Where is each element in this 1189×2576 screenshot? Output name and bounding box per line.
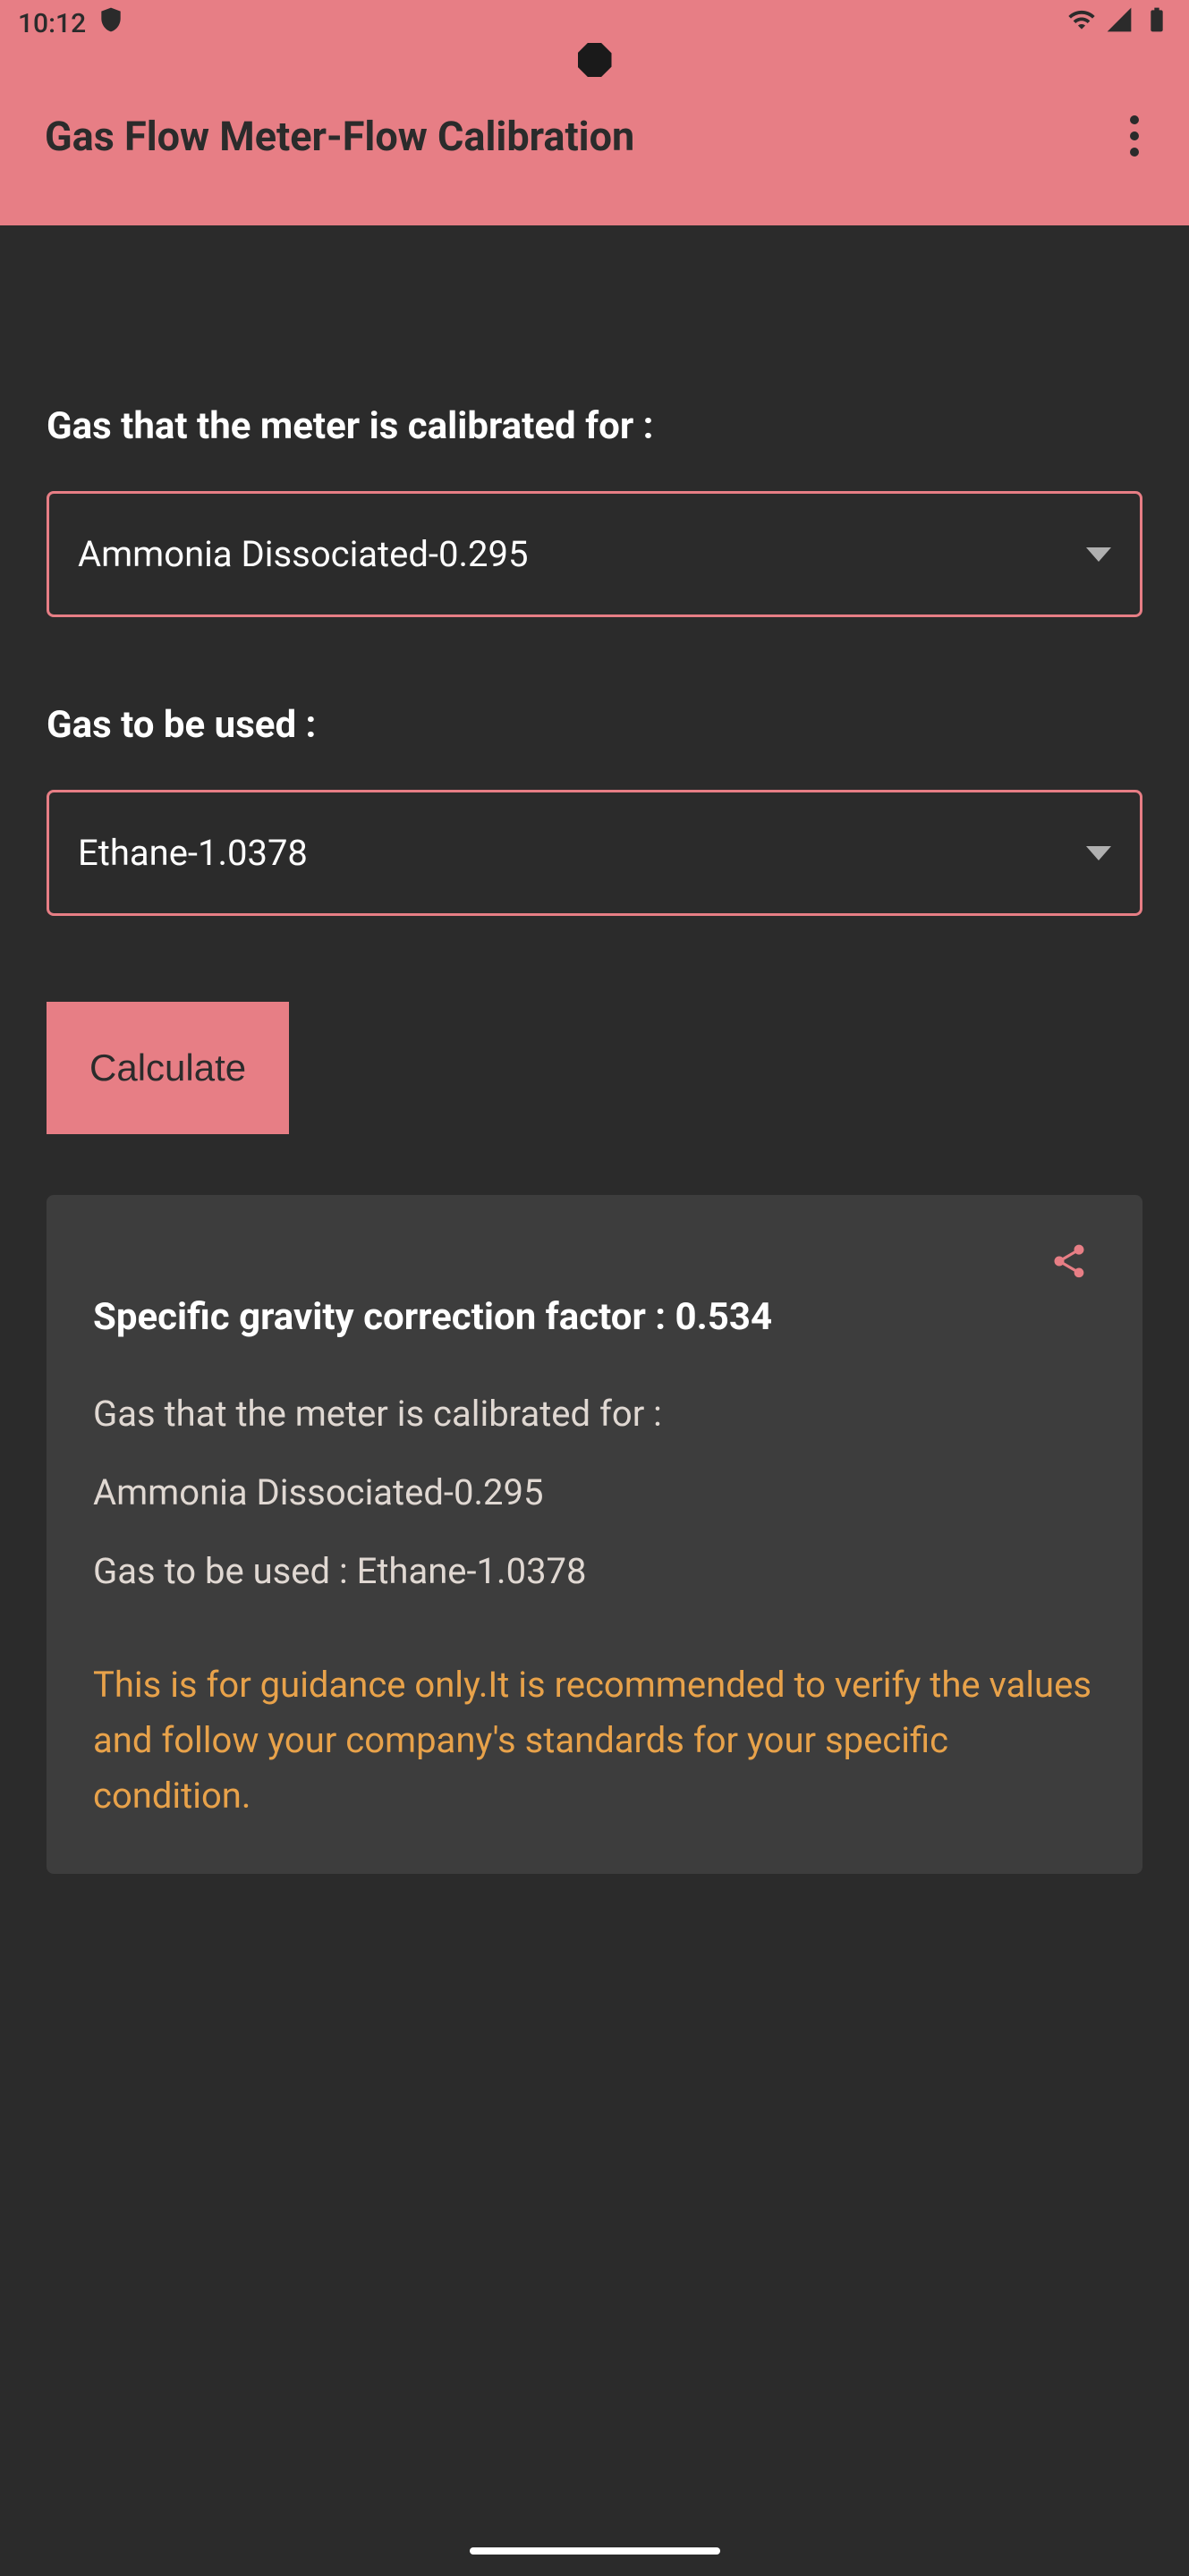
battery-icon — [1142, 5, 1171, 41]
result-calibrated-label: Gas that the meter is calibrated for : — [93, 1385, 1096, 1443]
result-card: Specific gravity correction factor : 0.5… — [47, 1195, 1142, 1874]
used-gas-value: Ethane-1.0378 — [78, 832, 308, 874]
chevron-down-icon — [1086, 846, 1111, 860]
nav-handle[interactable] — [470, 2547, 720, 2555]
calibrated-gas-dropdown[interactable]: Ammonia Dissociated-0.295 — [47, 491, 1142, 617]
status-right — [1067, 5, 1171, 41]
status-bar: 10:12 — [0, 0, 1189, 47]
more-options-button[interactable] — [1116, 101, 1153, 171]
more-vert-icon — [1130, 148, 1139, 157]
result-used-gas: Gas to be used : Ethane-1.0378 — [93, 1543, 1096, 1600]
shield-icon — [97, 5, 125, 41]
result-title: Specific gravity correction factor : 0.5… — [93, 1295, 1096, 1339]
status-time: 10:12 — [18, 8, 86, 39]
status-left: 10:12 — [18, 5, 125, 41]
more-vert-icon — [1130, 131, 1139, 140]
navigation-bar — [0, 2526, 1189, 2576]
chevron-down-icon — [1086, 547, 1111, 562]
camera-notch — [578, 43, 612, 77]
used-gas-label: Gas to be used : — [47, 703, 1142, 747]
used-gas-dropdown[interactable]: Ethane-1.0378 — [47, 790, 1142, 916]
calibrated-gas-label: Gas that the meter is calibrated for : — [47, 404, 1142, 448]
more-vert-icon — [1130, 115, 1139, 124]
share-icon — [1049, 1241, 1089, 1281]
disclaimer-text: This is for guidance only.It is recommen… — [93, 1657, 1096, 1824]
calibrated-gas-value: Ammonia Dissociated-0.295 — [78, 533, 528, 575]
calculate-button[interactable]: Calculate — [47, 1002, 289, 1134]
main-content: Gas that the meter is calibrated for : A… — [0, 225, 1189, 1874]
page-title: Gas Flow Meter-Flow Calibration — [45, 113, 634, 160]
wifi-icon — [1067, 5, 1096, 41]
result-calibrated-value: Ammonia Dissociated-0.295 — [93, 1464, 1096, 1521]
share-button[interactable] — [1039, 1231, 1100, 1292]
signal-icon — [1105, 5, 1134, 41]
